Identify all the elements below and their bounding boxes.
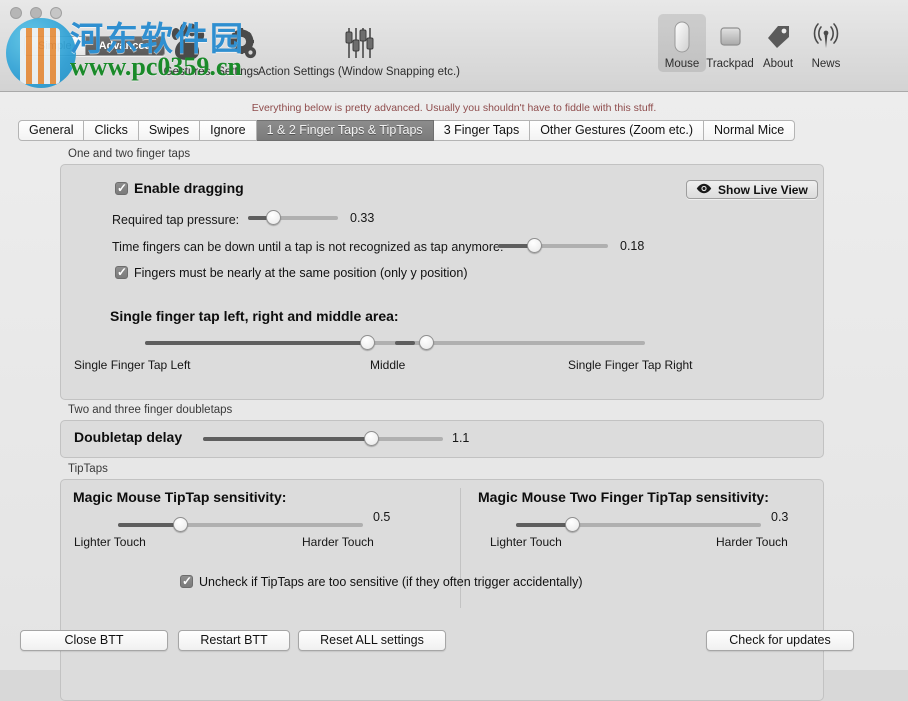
magic-mouse-tiptap-slider[interactable] <box>118 517 363 533</box>
broadcast-icon <box>802 18 850 58</box>
doubletap-delay-slider[interactable] <box>203 431 443 447</box>
close-btt-button[interactable]: Close BTT <box>20 630 168 651</box>
tap-area-range-slider[interactable] <box>145 335 645 351</box>
enable-dragging-checkbox[interactable]: Enable dragging <box>115 180 244 196</box>
checkbox-icon[interactable] <box>115 266 128 279</box>
zoom-window-button[interactable] <box>50 7 62 19</box>
close-window-button[interactable] <box>10 7 22 19</box>
slider-knob[interactable] <box>173 517 188 532</box>
mode-option-simple[interactable]: Simple <box>25 37 85 55</box>
same-position-checkbox[interactable]: Fingers must be nearly at the same posit… <box>115 266 468 280</box>
mode-segmented-control[interactable]: Simple Advanced <box>24 36 165 56</box>
slider-fill <box>203 437 371 441</box>
mode-option-advanced[interactable]: Advanced <box>85 37 165 55</box>
minimize-window-button[interactable] <box>30 7 42 19</box>
tag-icon <box>754 18 802 58</box>
group-label-tiptaps: TipTaps <box>68 463 108 475</box>
toolbar-label-action-settings: Action Settings (Window Snapping etc.) <box>258 66 460 78</box>
slider-knob[interactable] <box>565 517 580 532</box>
slider-knob[interactable] <box>527 238 542 253</box>
enable-dragging-label: Enable dragging <box>134 180 244 196</box>
toolbar-item-gestures[interactable]: Gestures <box>157 22 217 78</box>
tab-1-2-finger-taps[interactable]: 1 & 2 Finger Taps & TipTaps <box>257 120 434 141</box>
toolbar-item-mouse[interactable]: Mouse <box>658 14 706 72</box>
eye-icon <box>696 183 712 197</box>
tab-other-gestures[interactable]: Other Gestures (Zoom etc.) <box>530 120 704 141</box>
required-tap-pressure-value: 0.33 <box>350 211 374 225</box>
settings-tab-bar: General Clicks Swipes Ignore 1 & 2 Finge… <box>18 120 795 141</box>
tap-area-middle-label: Middle <box>370 358 405 372</box>
toolbar-label-news: News <box>802 58 850 70</box>
slider-fill-left <box>145 341 367 345</box>
tab-swipes[interactable]: Swipes <box>139 120 200 141</box>
tap-area-left-label: Single Finger Tap Left <box>74 358 191 372</box>
show-live-view-button[interactable]: Show Live View <box>686 180 818 199</box>
toolbar-label-about: About <box>754 58 802 70</box>
slider-knob[interactable] <box>266 210 281 225</box>
required-tap-pressure-label: Required tap pressure: <box>112 213 239 227</box>
btt-preferences-window: Simple Advanced Gestures <box>0 0 908 670</box>
tap-time-slider[interactable] <box>498 238 608 254</box>
tap-time-value: 0.18 <box>620 239 644 253</box>
uncheck-tiptaps-checkbox[interactable]: Uncheck if TipTaps are too sensitive (if… <box>180 575 583 589</box>
check-for-updates-button[interactable]: Check for updates <box>706 630 854 651</box>
toolbar: Simple Advanced Gestures <box>0 0 908 92</box>
tiptaps-divider <box>460 488 461 608</box>
toolbar-label-mouse: Mouse <box>658 58 706 70</box>
toolbar-item-about[interactable]: About <box>754 14 802 72</box>
tab-clicks[interactable]: Clicks <box>84 120 138 141</box>
slider-fill <box>118 523 180 527</box>
tab-general[interactable]: General <box>18 120 84 141</box>
restart-btt-button[interactable]: Restart BTT <box>178 630 290 651</box>
slider-knob-left[interactable] <box>360 335 375 350</box>
slider-knob-right[interactable] <box>419 335 434 350</box>
paw-icon <box>157 22 217 66</box>
slider-knob[interactable] <box>364 431 379 446</box>
doubletap-delay-value: 1.1 <box>452 431 469 445</box>
magic-mouse-two-finger-tiptap-min-label: Lighter Touch <box>490 535 562 549</box>
tab-ignore[interactable]: Ignore <box>200 120 256 141</box>
window-traffic-lights <box>10 7 62 19</box>
show-live-view-label: Show Live View <box>718 183 808 197</box>
tap-time-label: Time fingers can be down until a tap is … <box>112 240 503 254</box>
magic-mouse-two-finger-tiptap-slider[interactable] <box>516 517 761 533</box>
magic-mouse-tiptap-max-label: Harder Touch <box>302 535 374 549</box>
toolbar-item-trackpad[interactable]: Trackpad <box>706 14 754 72</box>
tap-area-heading: Single finger tap left, right and middle… <box>110 308 399 324</box>
required-tap-pressure-slider[interactable] <box>248 210 338 226</box>
tap-area-right-label: Single Finger Tap Right <box>568 358 693 372</box>
group-label-doubletaps: Two and three finger doubletaps <box>68 404 232 416</box>
advanced-warning-note: Everything below is pretty advanced. Usu… <box>0 102 908 114</box>
bottom-button-bar: Close BTT Restart BTT Reset ALL settings… <box>0 618 908 670</box>
magic-mouse-tiptap-heading: Magic Mouse TipTap sensitivity: <box>73 489 286 505</box>
tab-3-finger-taps[interactable]: 3 Finger Taps <box>434 120 531 141</box>
toolbar-item-news[interactable]: News <box>802 14 850 72</box>
toolbar-label-gestures: Gestures <box>157 66 217 78</box>
toolbar-right-group: Mouse Trackpad <box>658 14 850 72</box>
magic-mouse-two-finger-tiptap-value: 0.3 <box>771 510 788 524</box>
magic-mouse-tiptap-value: 0.5 <box>373 510 390 524</box>
toolbar-item-action-settings[interactable]: Action Settings (Window Snapping etc.) <box>258 22 460 78</box>
tab-normal-mice[interactable]: Normal Mice <box>704 120 795 141</box>
slider-fill-middle <box>395 341 415 345</box>
group-label-one-two-finger-taps: One and two finger taps <box>68 148 190 160</box>
sliders-icon <box>258 22 460 66</box>
same-position-label: Fingers must be nearly at the same posit… <box>134 266 468 280</box>
reset-all-settings-button[interactable]: Reset ALL settings <box>298 630 446 651</box>
mouse-icon <box>658 18 706 58</box>
magic-mouse-tiptap-min-label: Lighter Touch <box>74 535 146 549</box>
magic-mouse-two-finger-tiptap-heading: Magic Mouse Two Finger TipTap sensitivit… <box>478 489 769 505</box>
checkbox-icon[interactable] <box>115 182 128 195</box>
main-content: Everything below is pretty advanced. Usu… <box>0 92 908 670</box>
trackpad-icon <box>706 18 754 58</box>
doubletap-delay-label: Doubletap delay <box>74 429 182 445</box>
magic-mouse-two-finger-tiptap-max-label: Harder Touch <box>716 535 788 549</box>
checkbox-icon[interactable] <box>180 575 193 588</box>
toolbar-label-trackpad: Trackpad <box>706 58 754 70</box>
uncheck-tiptaps-label: Uncheck if TipTaps are too sensitive (if… <box>199 575 583 589</box>
slider-fill <box>516 523 572 527</box>
